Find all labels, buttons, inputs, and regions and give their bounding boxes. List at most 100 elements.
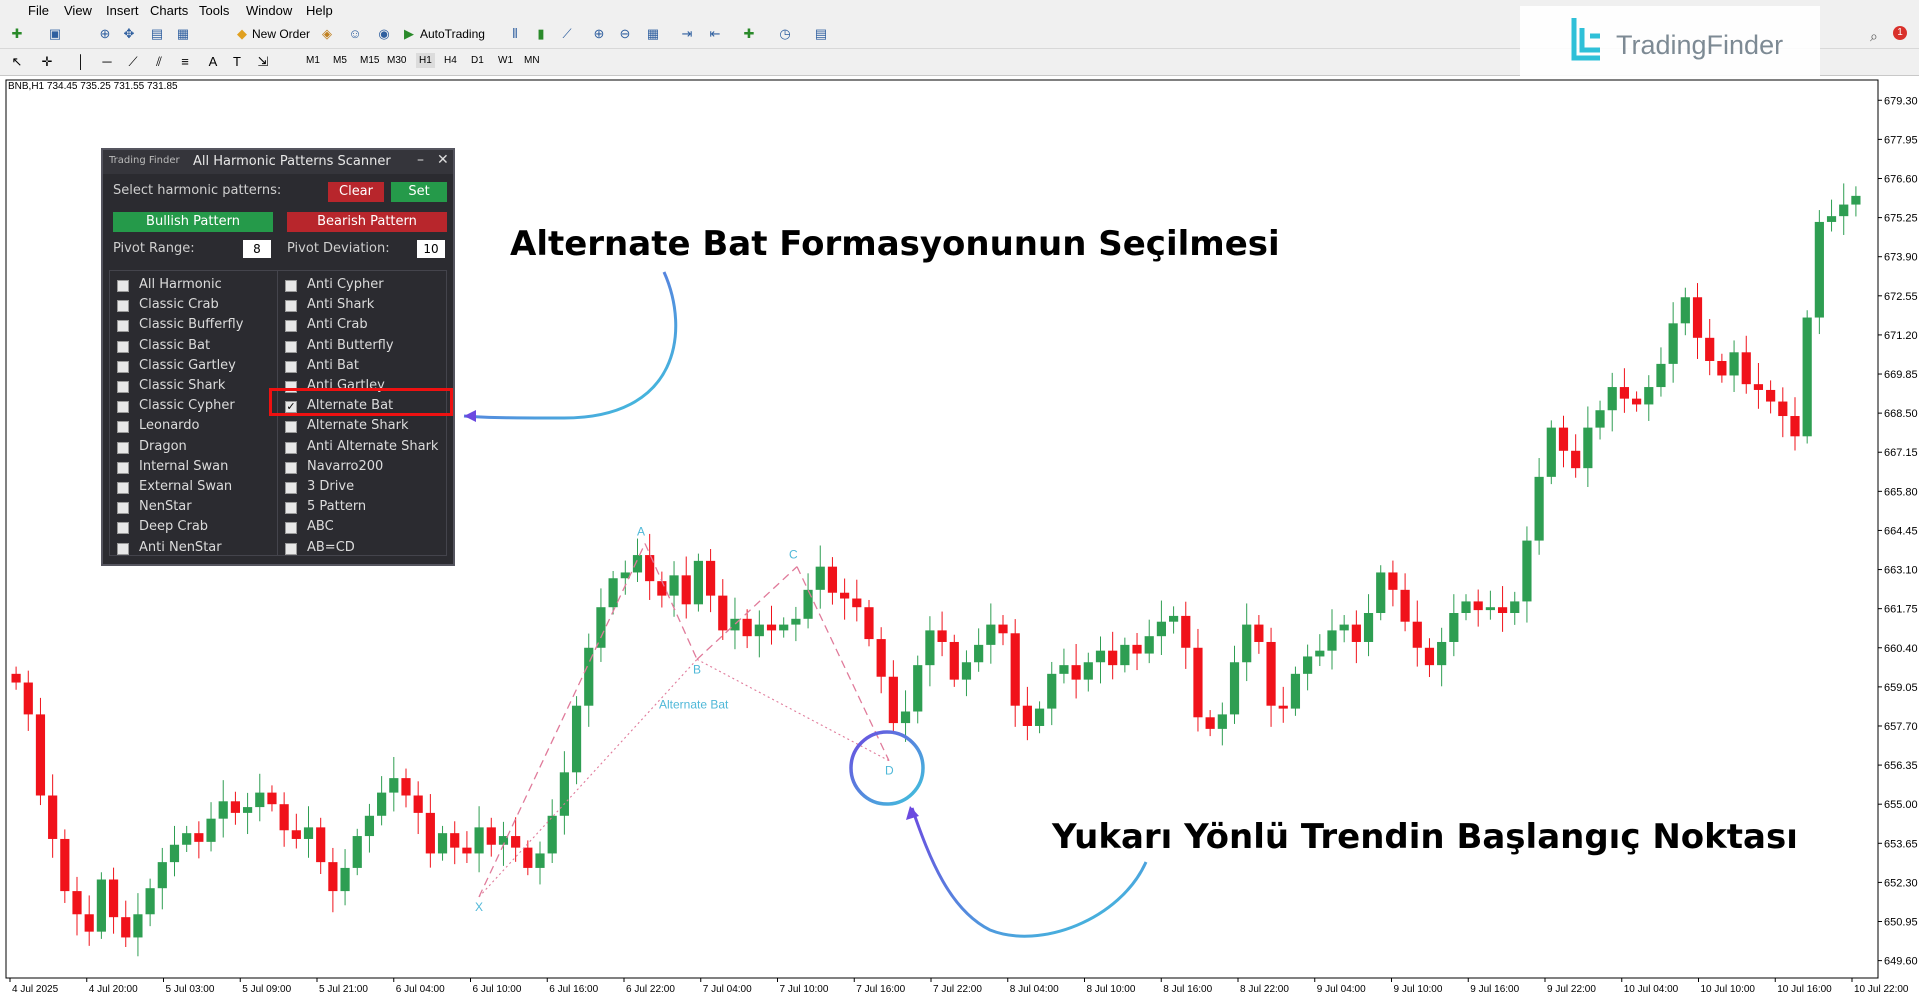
market-watch-icon[interactable]: ⊕ [96,25,114,43]
pattern-checkbox[interactable] [285,280,297,292]
pattern-checkbox[interactable] [117,482,129,494]
candle-chart-icon[interactable]: ▮ [532,25,550,43]
pattern-checkbox[interactable] [117,340,129,353]
tf-m5[interactable]: M5 [333,55,347,66]
pattern-checkbox[interactable] [117,421,129,434]
new-order-icon[interactable]: ◆ [233,25,251,43]
candle-body [1205,717,1215,729]
metaeditor-icon[interactable]: ◈ [318,25,336,43]
zoom-in-icon[interactable]: ⊕ [590,25,608,43]
pattern-checkbox[interactable] [117,320,129,333]
close-icon[interactable]: ✕ [437,152,449,168]
bar-chart-icon[interactable]: ⫴ [506,25,524,43]
navigator-icon[interactable]: ▤ [148,25,166,43]
notification-icon[interactable]: 1 [1893,26,1907,40]
pattern-checkbox[interactable] [117,381,129,393]
tf-m30[interactable]: M30 [387,55,406,66]
menu-insert[interactable]: Insert [106,3,139,18]
pattern-checkbox[interactable] [285,542,297,555]
menu-view[interactable]: View [64,3,92,18]
tf-h1[interactable]: H1 [416,53,435,68]
cursor-icon[interactable]: ↖ [8,53,26,71]
minimize-icon[interactable]: – [417,152,424,168]
pattern-checkbox[interactable] [285,421,297,434]
pattern-checkbox[interactable] [285,441,297,454]
candle-body [632,555,643,573]
pattern-checkbox[interactable] [117,280,129,292]
menu-tools[interactable]: Tools [199,3,229,18]
pattern-checkbox[interactable] [285,461,297,474]
pattern-checkbox[interactable] [117,502,129,515]
menu-charts[interactable]: Charts [150,3,188,18]
time-tick-label: 9 Jul 22:00 [1547,984,1596,995]
pivot-range-input[interactable]: 8 [243,240,271,258]
new-chart-icon[interactable]: ✚ [8,25,26,43]
bearish-pattern-button[interactable]: Bearish Pattern [287,212,447,232]
crosshair-icon[interactable]: ✥ [120,25,138,43]
chart-shift-icon[interactable]: ⇥ [678,25,696,43]
pattern-checkbox[interactable] [117,300,129,313]
new-order-button[interactable]: New Order [252,27,310,41]
time-tick-label: 9 Jul 04:00 [1317,984,1366,995]
autoscroll-icon[interactable]: ⇤ [706,25,724,43]
vertical-line-icon[interactable]: │ [72,53,90,71]
channel-icon[interactable]: ⫽ [150,53,168,71]
text-tool-icon[interactable]: A [204,53,222,71]
candle-body [1644,387,1654,405]
tf-m1[interactable]: M1 [306,55,320,66]
autotrading-button[interactable]: AutoTrading [420,27,485,41]
pivot-deviation-input[interactable]: 10 [417,240,445,258]
price-tick-label: 671.20 [1884,330,1918,342]
pattern-checkbox[interactable] [117,360,129,373]
pattern-checkbox[interactable] [285,522,297,535]
options-icon[interactable]: ◉ [375,25,393,43]
zoom-out-icon[interactable]: ⊖ [616,25,634,43]
tile-windows-icon[interactable]: ▦ [644,25,662,43]
candle-body [450,833,460,848]
candle-body [1315,650,1325,657]
tf-m15[interactable]: M15 [360,55,379,66]
fibonacci-icon[interactable]: ≡ [176,53,194,71]
price-tick-label: 650.95 [1884,917,1918,929]
templates-icon[interactable]: ▤ [812,25,830,43]
pattern-checkbox[interactable] [117,522,129,535]
profiles-icon[interactable]: ▣ [46,25,64,43]
candle-body [328,862,338,892]
menu-file[interactable]: File [28,3,49,18]
tf-h4[interactable]: H4 [444,55,457,66]
pattern-checkbox[interactable] [117,401,129,414]
candle-body [1290,673,1301,709]
candle-body [876,639,886,677]
time-tick-label: 9 Jul 16:00 [1470,984,1519,995]
tf-mn[interactable]: MN [524,55,540,66]
set-button[interactable]: Set [391,182,447,202]
bullish-pattern-button[interactable]: Bullish Pattern [113,212,273,232]
arrows-icon[interactable]: ⇲ [254,53,272,71]
pattern-checkbox[interactable] [285,320,297,333]
pattern-checkbox[interactable] [285,300,297,313]
clear-button[interactable]: Clear [328,182,384,202]
tf-w1[interactable]: W1 [498,55,513,66]
autotrading-icon[interactable]: ▶ [400,25,418,43]
pattern-checkbox[interactable] [285,360,297,373]
experts-icon[interactable]: ☺ [346,25,364,43]
crosshair-tool-icon[interactable]: ✛ [38,53,56,71]
pattern-checkbox[interactable] [117,441,129,454]
tf-d1[interactable]: D1 [471,55,484,66]
menu-help[interactable]: Help [306,3,333,18]
pattern-checkbox[interactable] [285,482,297,494]
horizontal-line-icon[interactable]: ─ [98,53,116,71]
terminal-icon[interactable]: ▦ [174,25,192,43]
pattern-checkbox[interactable] [285,502,297,515]
trendline-icon[interactable]: ⟋ [124,53,142,71]
line-chart-icon[interactable]: ⟋ [558,25,576,43]
pattern-checkbox[interactable] [117,542,129,555]
menu-window[interactable]: Window [246,3,292,18]
pattern-label: Anti NenStar [139,539,222,555]
text-label-icon[interactable]: T [228,53,246,71]
pattern-checkbox[interactable] [285,340,297,353]
pattern-checkbox[interactable] [117,461,129,474]
periods-icon[interactable]: ◷ [776,25,794,43]
search-icon[interactable]: ⌕ [1870,28,1878,45]
indicators-icon[interactable]: ✚ [740,25,758,43]
